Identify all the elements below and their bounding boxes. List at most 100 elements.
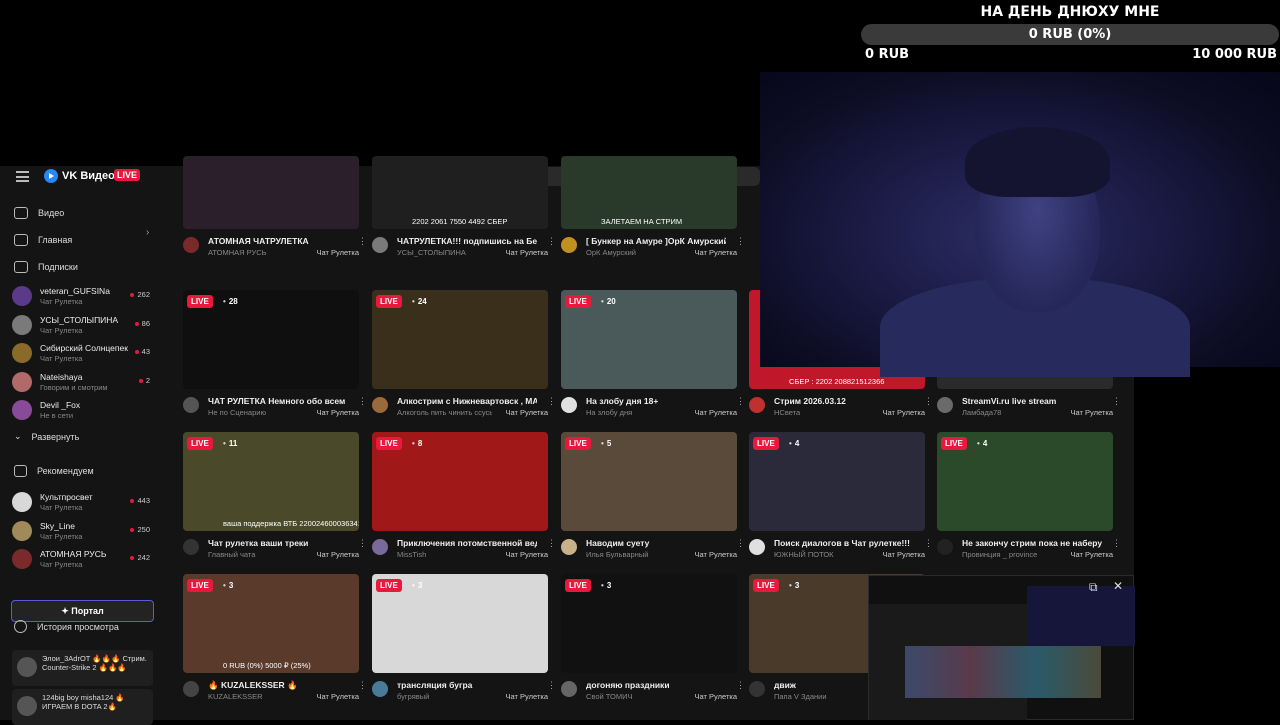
stream-author[interactable]: Алкоголь пить чинить ссусь... xyxy=(397,408,492,417)
avatar[interactable] xyxy=(561,237,577,253)
sidebar-item-subscriptions[interactable]: Подписки xyxy=(14,261,78,273)
more-icon[interactable]: ⋮ xyxy=(736,396,745,407)
stream-author[interactable]: Ламбада78 xyxy=(962,408,1057,417)
stream-thumbnail[interactable]: LIVE 11 ваша поддержка ВТБ 2200246000363… xyxy=(183,432,359,531)
sidebar-channel[interactable]: veteran_GUFSINa Чат Рулетка 262 xyxy=(12,284,162,310)
avatar[interactable] xyxy=(561,539,577,555)
stream-title[interactable]: Стрим 2026.03.12 xyxy=(774,396,914,406)
stream-author[interactable]: Главный чата xyxy=(208,550,303,559)
stream-category[interactable]: Чат Рулетка xyxy=(695,248,737,257)
more-icon[interactable]: ⋮ xyxy=(736,538,745,549)
stream-author[interactable]: Свой ТОМИЧ xyxy=(586,692,681,701)
expand-button[interactable]: ⌄ Развернуть xyxy=(14,431,79,442)
more-icon[interactable]: ⋮ xyxy=(924,396,933,407)
mini-player[interactable]: ⧉ ✕ xyxy=(868,575,1135,720)
stream-category[interactable]: Чат Рулетка xyxy=(883,550,925,559)
stream-thumbnail[interactable]: LIVE 20 xyxy=(561,290,737,389)
stream-thumbnail[interactable]: ЗАЛЕТАЕМ НА СТРИМ xyxy=(561,156,737,229)
stream-author[interactable]: НСвета xyxy=(774,408,869,417)
more-icon[interactable]: ⋮ xyxy=(547,680,556,691)
stream-category[interactable]: Чат Рулетка xyxy=(317,550,359,559)
stream-thumbnail[interactable]: LIVE 3 xyxy=(561,574,737,673)
avatar[interactable] xyxy=(183,237,199,253)
more-icon[interactable]: ⋮ xyxy=(924,538,933,549)
stream-title[interactable]: StreamVi.ru live stream xyxy=(962,396,1102,406)
avatar[interactable] xyxy=(372,539,388,555)
chevron-right-icon[interactable]: › xyxy=(146,227,149,238)
stream-thumbnail[interactable] xyxy=(183,156,359,229)
stream-category[interactable]: Чат Рулетка xyxy=(317,408,359,417)
avatar[interactable] xyxy=(937,397,953,413)
stream-author[interactable]: KUZALEKSSER xyxy=(208,692,303,701)
more-icon[interactable]: ⋮ xyxy=(358,680,367,691)
avatar[interactable] xyxy=(749,539,765,555)
more-icon[interactable]: ⋮ xyxy=(547,538,556,549)
more-icon[interactable]: ⋮ xyxy=(358,396,367,407)
stream-title[interactable]: Поиск диалогов в Чат рулетке!!! xyxy=(774,538,914,548)
portal-button[interactable]: ✦ Портал xyxy=(11,600,154,622)
more-icon[interactable]: ⋮ xyxy=(736,236,745,247)
stream-category[interactable]: Чат Рулетка xyxy=(506,248,548,257)
stream-category[interactable]: Чат Рулетка xyxy=(695,408,737,417)
sidebar-item-home[interactable]: Главная xyxy=(14,234,72,246)
avatar[interactable] xyxy=(749,681,765,697)
more-icon[interactable]: ⋮ xyxy=(1112,538,1121,549)
stream-thumbnail[interactable]: LIVE 4 xyxy=(937,432,1113,531)
stream-title[interactable]: Чат рулетка ваши треки xyxy=(208,538,348,548)
avatar[interactable] xyxy=(372,237,388,253)
stream-title[interactable]: АТОМНАЯ ЧАТРУЛЕТКА xyxy=(208,236,348,246)
brand-name[interactable]: VK Видео xyxy=(62,170,115,182)
stream-title[interactable]: [ Бункер на Амуре ]ОрК Амурский "... xyxy=(586,236,726,246)
stream-title[interactable]: ЧАТРУЛЕТКА!!! подпишись на Бело... xyxy=(397,236,537,246)
stream-category[interactable]: Чат Рулетка xyxy=(695,550,737,559)
stream-thumbnail[interactable]: LIVE 8 xyxy=(372,432,548,531)
stream-category[interactable]: Чат Рулетка xyxy=(317,692,359,701)
stream-author[interactable]: Илья Бульварный xyxy=(586,550,681,559)
stream-category[interactable]: Чат Рулетка xyxy=(506,408,548,417)
history-header[interactable]: История просмотра xyxy=(14,620,119,633)
stream-title[interactable]: На злобу дня 18+ xyxy=(586,396,726,406)
avatar[interactable] xyxy=(183,681,199,697)
stream-thumbnail[interactable]: LIVE 5 xyxy=(561,432,737,531)
sidebar-channel[interactable]: Devil _Fox Не в сети xyxy=(12,398,162,424)
avatar[interactable] xyxy=(183,539,199,555)
sidebar-channel[interactable]: УСЫ_СТОЛЫПИНА Чат Рулетка 86 xyxy=(12,313,162,339)
avatar[interactable] xyxy=(937,539,953,555)
stream-title[interactable]: Приключения потомственной ведь... xyxy=(397,538,537,548)
vk-video-logo-icon[interactable] xyxy=(44,169,58,183)
stream-title[interactable]: Не закончу стрим пока не наберу 1... xyxy=(962,538,1102,548)
stream-category[interactable]: Чат Рулетка xyxy=(695,692,737,701)
stream-category[interactable]: Чат Рулетка xyxy=(506,550,548,559)
stream-title[interactable]: ЧАТ РУЛЕТКА Немного обо всем и ... xyxy=(208,396,348,406)
more-icon[interactable]: ⋮ xyxy=(358,538,367,549)
stream-author[interactable]: Папа V Здании xyxy=(774,692,869,701)
recommended-header[interactable]: Рекомендуем xyxy=(14,465,94,477)
stream-author[interactable]: MissTish xyxy=(397,550,492,559)
stream-title[interactable]: 🔥 KUZALEKSSER 🔥 xyxy=(208,680,348,691)
stream-category[interactable]: Чат Рулетка xyxy=(1071,408,1113,417)
more-icon[interactable]: ⋮ xyxy=(547,236,556,247)
avatar[interactable] xyxy=(372,397,388,413)
stream-author[interactable]: УСЫ_СТОЛЫПИНА xyxy=(397,248,492,257)
stream-author[interactable]: Провинция _ province xyxy=(962,550,1057,559)
stream-author[interactable]: АТОМНАЯ РУСЬ xyxy=(208,248,303,257)
sidebar-channel[interactable]: АТОМНАЯ РУСЬ Чат Рулетка 242 xyxy=(12,547,162,573)
stream-title[interactable]: трансляция бугра xyxy=(397,680,537,690)
sidebar-channel[interactable]: Культпросвет Чат Рулетка 443 xyxy=(12,490,162,516)
avatar[interactable] xyxy=(561,397,577,413)
stream-thumbnail[interactable]: LIVE 24 xyxy=(372,290,548,389)
close-icon[interactable]: ✕ xyxy=(1113,579,1123,593)
stream-title[interactable]: Алкострим с Нижневартовск , МА... xyxy=(397,396,537,406)
avatar[interactable] xyxy=(561,681,577,697)
stream-author[interactable]: бугрявый xyxy=(397,692,492,701)
menu-icon[interactable] xyxy=(16,171,29,182)
stream-thumbnail[interactable]: LIVE 3 xyxy=(372,574,548,673)
stream-thumbnail[interactable]: LIVE 28 xyxy=(183,290,359,389)
sidebar-item-video[interactable]: Видео xyxy=(14,207,64,219)
stream-author[interactable]: На злобу дня xyxy=(586,408,681,417)
stream-author[interactable]: ОрК Амурский xyxy=(586,248,681,257)
avatar[interactable] xyxy=(372,681,388,697)
avatar[interactable] xyxy=(749,397,765,413)
stream-title[interactable]: Наводим суету xyxy=(586,538,726,548)
more-icon[interactable]: ⋮ xyxy=(547,396,556,407)
